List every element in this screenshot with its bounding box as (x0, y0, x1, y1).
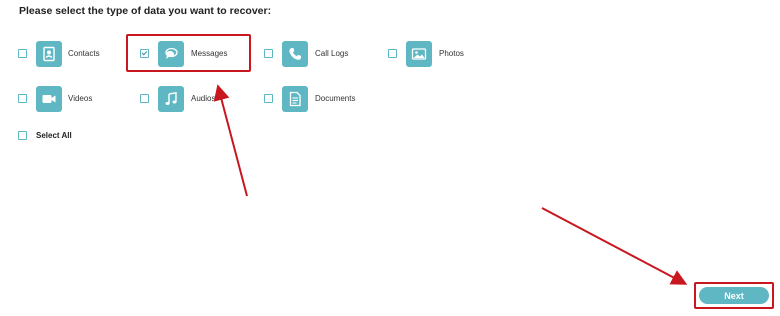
next-highlight-box (694, 282, 774, 309)
videos-tile[interactable] (36, 86, 62, 112)
contacts-tile[interactable] (36, 41, 62, 67)
video-icon (42, 95, 56, 103)
label-select-all[interactable]: Select All (36, 131, 72, 140)
call-logs-tile[interactable] (282, 41, 308, 67)
photos-tile[interactable] (406, 41, 432, 67)
checkbox-documents[interactable] (264, 94, 273, 103)
label-contacts[interactable]: Contacts (68, 49, 100, 58)
label-photos[interactable]: Photos (439, 49, 464, 58)
checkbox-videos[interactable] (18, 94, 27, 103)
label-call-logs[interactable]: Call Logs (315, 49, 348, 58)
audios-tile[interactable] (158, 86, 184, 112)
annotation-arrows (213, 84, 688, 285)
checkbox-select-all[interactable] (18, 131, 27, 140)
document-icon (289, 91, 301, 107)
documents-tile[interactable] (282, 86, 308, 112)
label-videos[interactable]: Videos (68, 94, 92, 103)
label-documents[interactable]: Documents (315, 94, 355, 103)
phone-icon (289, 48, 301, 60)
arrow-to-messages (213, 84, 248, 197)
music-icon (165, 91, 177, 105)
photo-icon (411, 48, 427, 60)
checkbox-photos[interactable] (388, 49, 397, 58)
messages-highlight-box (126, 34, 251, 72)
label-audios[interactable]: Audios (191, 94, 215, 103)
checkbox-call-logs[interactable] (264, 49, 273, 58)
arrow-to-next (541, 207, 688, 285)
page-heading: Please select the type of data you want … (19, 5, 272, 17)
checkbox-audios[interactable] (140, 94, 149, 103)
checkbox-contacts[interactable] (18, 49, 27, 58)
contacts-icon (43, 46, 55, 62)
